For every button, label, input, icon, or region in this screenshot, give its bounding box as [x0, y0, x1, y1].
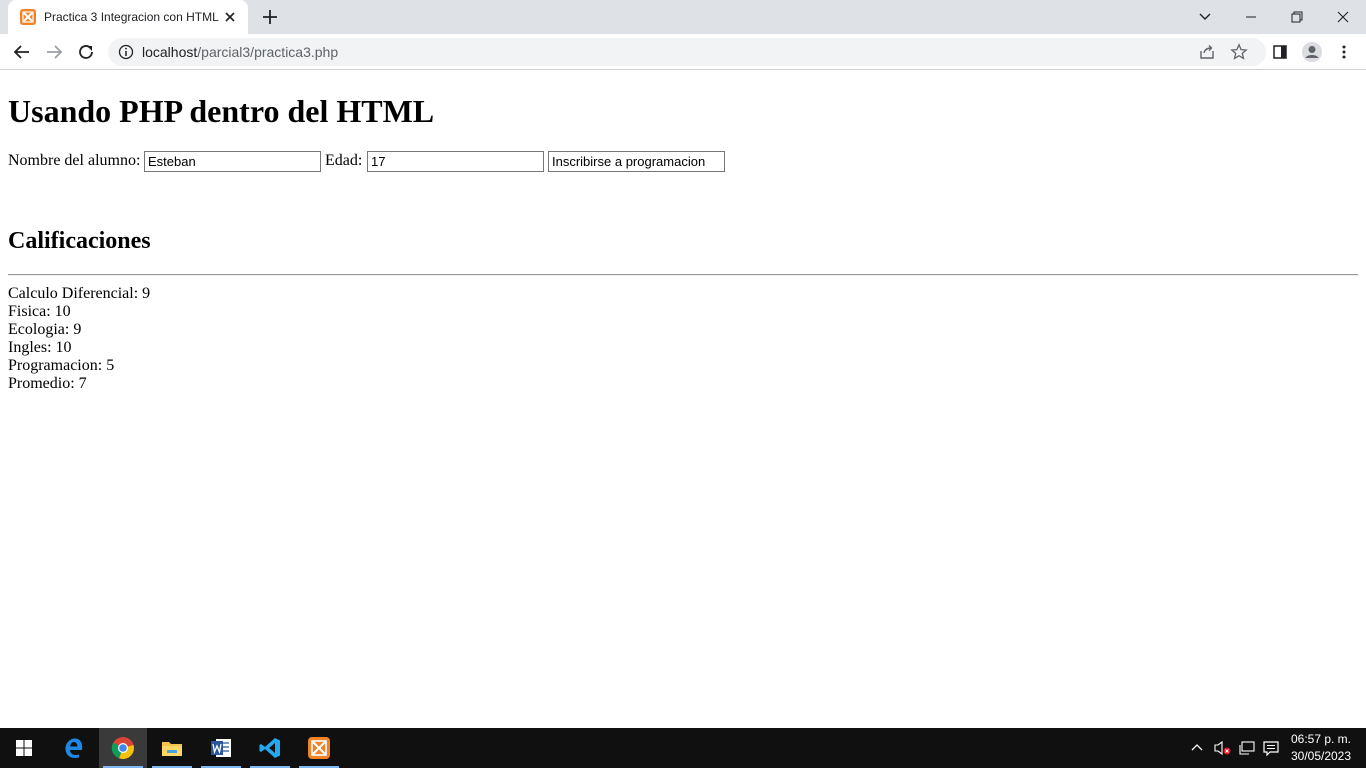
- url-host: localhost: [142, 44, 198, 60]
- url-path: /parcial3/practica3.php: [197, 44, 339, 60]
- taskbar-chrome[interactable]: [99, 728, 147, 768]
- vscode-icon: [259, 738, 280, 758]
- enroll-input[interactable]: [548, 151, 725, 172]
- start-button[interactable]: [0, 728, 48, 768]
- folder-icon: [162, 742, 182, 756]
- chevron-up-icon: [1191, 744, 1203, 751]
- show-hidden-icons-button[interactable]: [1186, 728, 1208, 768]
- address-bar[interactable]: localhost/parcial3/practica3.php: [108, 38, 1266, 66]
- more-vertical-icon: [1342, 45, 1346, 59]
- notification-icon: [1263, 741, 1279, 756]
- browser-tabstrip: Practica 3 Integracion con HTML: [0, 0, 1366, 34]
- grades-heading: Calificaciones: [8, 228, 151, 254]
- bookmark-star-icon[interactable]: [1230, 43, 1248, 61]
- minimize-button[interactable]: [1228, 0, 1274, 34]
- info-icon[interactable]: [118, 44, 134, 60]
- grade-item-ecologia: Ecologia: 9: [8, 321, 82, 338]
- age-input[interactable]: [367, 151, 544, 172]
- profile-button[interactable]: [1300, 40, 1324, 64]
- volume-button[interactable]: [1210, 728, 1234, 768]
- grade-average: Promedio: 7: [8, 375, 87, 392]
- xampp-favicon-icon: [20, 9, 36, 25]
- url-text[interactable]: localhost/parcial3/practica3.php: [142, 44, 338, 60]
- browser-toolbar: localhost/parcial3/practica3.php: [0, 34, 1366, 70]
- grade-item-fisica: Fisica: 10: [8, 303, 71, 320]
- back-button[interactable]: [10, 40, 34, 64]
- edge-icon: [65, 738, 83, 759]
- side-panel-icon: [1273, 45, 1287, 59]
- share-icon[interactable]: [1198, 43, 1216, 61]
- taskbar-edge[interactable]: [50, 728, 98, 768]
- restore-button[interactable]: [1274, 0, 1320, 34]
- student-name-input[interactable]: [144, 151, 321, 172]
- close-window-button[interactable]: [1320, 0, 1366, 34]
- profile-avatar-icon: [1302, 42, 1322, 62]
- restore-icon: [1291, 11, 1303, 23]
- taskbar: 06:57 p. m. 30/05/2023: [0, 728, 1366, 768]
- age-label: Edad:: [325, 152, 363, 169]
- page-title: Usando PHP dentro del HTML: [8, 93, 435, 129]
- close-icon: [1337, 11, 1349, 23]
- tab-title: Practica 3 Integracion con HTML: [44, 10, 219, 24]
- taskbar-xampp[interactable]: [295, 728, 343, 768]
- system-clock[interactable]: 06:57 p. m. 30/05/2023: [1284, 731, 1358, 765]
- xampp-icon: [308, 737, 330, 759]
- grade-item-ingles: Ingles: 10: [8, 339, 72, 356]
- chevron-down-icon: [1199, 13, 1211, 20]
- taskbar-vscode[interactable]: [246, 728, 294, 768]
- arrow-left-icon: [13, 45, 29, 59]
- grade-item-calculo: Calculo Diferencial: 9: [8, 285, 151, 302]
- windows-logo-icon: [16, 740, 32, 756]
- side-panel-button[interactable]: [1268, 40, 1292, 64]
- clock-date: 30/05/2023: [1290, 749, 1352, 763]
- network-button[interactable]: [1236, 728, 1258, 768]
- notifications-button[interactable]: [1260, 728, 1282, 768]
- menu-button[interactable]: [1332, 40, 1356, 64]
- forward-button[interactable]: [42, 40, 66, 64]
- word-icon: [211, 739, 231, 757]
- student-name-label: Nombre del alumno:: [8, 152, 141, 169]
- browser-tab-active[interactable]: Practica 3 Integracion con HTML: [8, 0, 248, 34]
- close-tab-icon[interactable]: [222, 9, 238, 25]
- speaker-muted-icon: [1214, 740, 1231, 756]
- new-tab-icon[interactable]: [260, 7, 280, 27]
- tab-search-button[interactable]: [1182, 0, 1228, 34]
- grades-list: Calculo Diferencial: 9 Fisica: 10 Ecolog…: [8, 285, 150, 393]
- reload-button[interactable]: [74, 40, 98, 64]
- network-icon: [1239, 741, 1255, 755]
- reload-icon: [79, 45, 93, 59]
- chrome-icon: [111, 737, 134, 760]
- minimize-icon: [1246, 16, 1256, 18]
- taskbar-word[interactable]: [197, 728, 245, 768]
- grade-item-programacion: Programacion: 5: [8, 357, 115, 374]
- arrow-right-icon: [47, 45, 63, 59]
- horizontal-rule: [8, 274, 1358, 276]
- clock-time: 06:57 p. m.: [1290, 732, 1352, 746]
- taskbar-file-explorer[interactable]: [148, 728, 196, 768]
